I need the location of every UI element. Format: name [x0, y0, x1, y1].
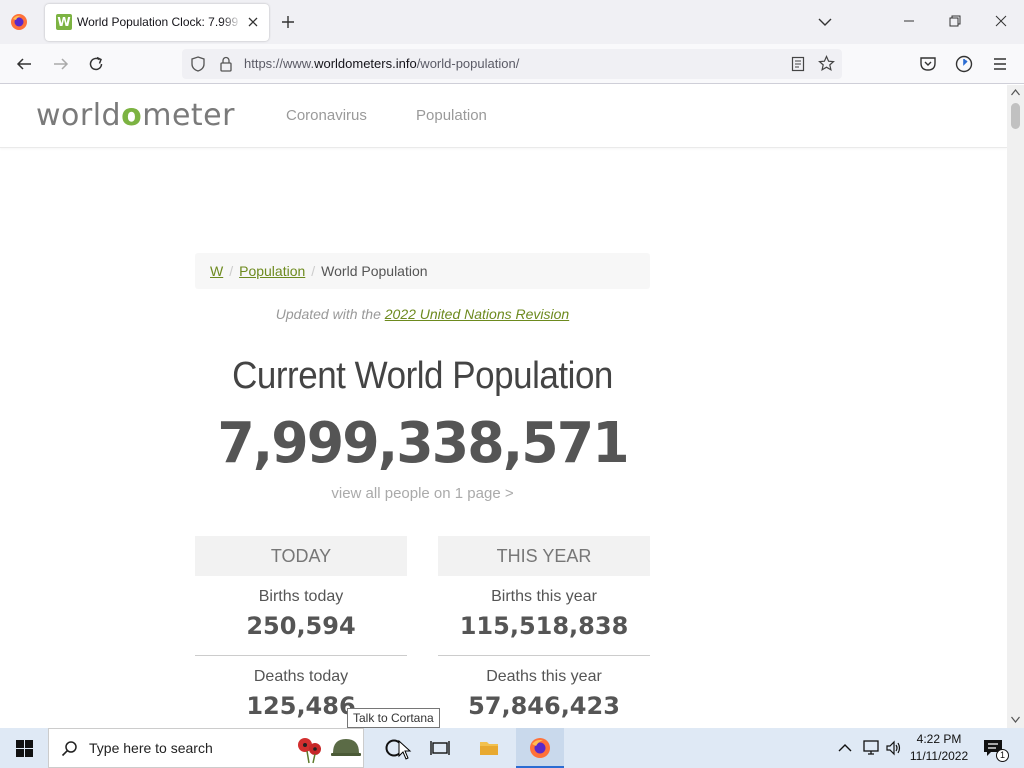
lock-icon[interactable]: [219, 56, 233, 72]
search-icon: [61, 741, 77, 757]
account-sync-icon[interactable]: [955, 55, 973, 73]
clock-date: 11/11/2022: [909, 749, 969, 763]
this-year-header: THIS YEAR: [438, 536, 650, 576]
notification-count-badge: 1: [996, 749, 1009, 762]
breadcrumb-current: World Population: [321, 263, 428, 279]
file-explorer-folder-icon[interactable]: [479, 738, 499, 758]
start-button[interactable]: [0, 728, 48, 768]
volume-icon[interactable]: [885, 740, 903, 756]
page-scrollbar[interactable]: [1007, 85, 1024, 728]
logo-text-left: world: [36, 98, 122, 133]
update-note-prefix: Updated with the: [275, 306, 385, 322]
breadcrumb-separator: /: [229, 263, 234, 279]
taskbar-firefox-button[interactable]: [516, 728, 564, 768]
tab-worldometer[interactable]: W World Population Clock: 7.999 Billion …: [45, 4, 269, 41]
nav-link-population[interactable]: Population: [416, 107, 487, 124]
births-today-label: Births today: [258, 588, 344, 605]
tab-title: World Population Clock: 7.999 Billion Pe…: [77, 15, 241, 29]
tracking-protection-shield-icon[interactable]: [190, 56, 206, 72]
cortana-tooltip: Talk to Cortana: [347, 708, 440, 728]
pocket-icon[interactable]: [919, 55, 937, 73]
address-bar[interactable]: https://www.worldometers.info/world-popu…: [182, 49, 842, 79]
navigation-toolbar: https://www.worldometers.info/world-popu…: [0, 44, 1024, 84]
divider: [195, 655, 407, 656]
search-placeholder: Type here to search: [89, 740, 213, 756]
scroll-down-arrow-icon[interactable]: [1011, 716, 1020, 723]
tab-close-icon[interactable]: [245, 14, 261, 30]
close-window-icon[interactable]: [994, 14, 1008, 28]
hamburger-menu-icon[interactable]: [991, 55, 1009, 73]
taskbar-search-box[interactable]: Type here to search: [48, 728, 364, 768]
view-all-people-link[interactable]: view all people on 1 page >: [195, 485, 650, 502]
update-note: Updated with the 2022 United Nations Rev…: [195, 306, 650, 322]
firefox-taskbar-icon: [530, 738, 550, 758]
firefox-icon[interactable]: [10, 13, 28, 31]
back-arrow-icon[interactable]: [15, 55, 33, 73]
logo-text-right: meter: [142, 98, 235, 133]
divider: [438, 655, 650, 656]
forward-arrow-icon[interactable]: [52, 55, 70, 73]
page-viewport: worldometer Coronavirus Population W / Pop…: [0, 85, 1007, 728]
clock-time: 4:22 PM: [916, 732, 962, 746]
un-revision-link[interactable]: 2022 United Nations Revision: [385, 306, 569, 322]
new-tab-plus-icon[interactable]: [280, 14, 296, 30]
show-hidden-icons-chevron-icon[interactable]: [838, 742, 852, 754]
logo-o: o: [121, 98, 143, 133]
system-clock[interactable]: 4:22 PM 11/11/2022: [906, 731, 972, 765]
deaths-today-label: Deaths today: [253, 668, 349, 685]
restore-icon[interactable]: [948, 14, 962, 28]
breadcrumb-population-link[interactable]: Population: [239, 263, 305, 279]
url-host: worldometers.info: [314, 56, 417, 71]
today-header: TODAY: [195, 536, 407, 576]
windows-logo-icon: [16, 740, 33, 757]
breadcrumb-separator: /: [311, 263, 316, 279]
reload-icon[interactable]: [87, 55, 105, 73]
task-view-icon[interactable]: [430, 738, 450, 758]
deaths-this-year-value: 57,846,423: [468, 692, 620, 720]
list-tabs-chevron-icon[interactable]: [818, 16, 832, 28]
population-counter: 7,999,338,571: [217, 411, 629, 476]
tab-strip: W World Population Clock: 7.999 Billion …: [0, 0, 1024, 44]
reader-view-icon[interactable]: [790, 56, 806, 72]
deaths-this-year-label: Deaths this year: [486, 668, 602, 685]
births-this-year-value: 115,518,838: [459, 612, 629, 640]
site-header: worldometer Coronavirus Population: [0, 85, 1007, 148]
taskbar: Type here to search 4:22 PM 11/11/2022 1: [0, 728, 1024, 768]
bookmark-star-icon[interactable]: [818, 55, 835, 72]
url-prefix: https://www.: [244, 56, 315, 71]
remembrance-poppy-icon: [298, 738, 361, 764]
births-today-value: 250,594: [246, 612, 356, 640]
url-text: https://www.worldometers.info/world-popu…: [244, 56, 519, 71]
worldometer-favicon-icon: W: [56, 14, 72, 30]
nav-link-coronavirus[interactable]: Coronavirus: [286, 107, 367, 124]
page-title: Current World Population: [232, 355, 613, 397]
network-icon[interactable]: [862, 740, 880, 756]
worldometer-logo[interactable]: worldometer: [36, 97, 235, 135]
breadcrumb: W / Population / World Population: [195, 253, 650, 289]
scroll-up-arrow-icon[interactable]: [1011, 89, 1020, 96]
scrollbar-thumb[interactable]: [1011, 103, 1020, 129]
mouse-cursor-icon: [398, 740, 412, 760]
minimize-icon[interactable]: [902, 14, 916, 28]
url-path: /world-population/: [416, 56, 520, 71]
breadcrumb-home-link[interactable]: W: [210, 263, 223, 279]
births-this-year-label: Births this year: [491, 588, 597, 605]
